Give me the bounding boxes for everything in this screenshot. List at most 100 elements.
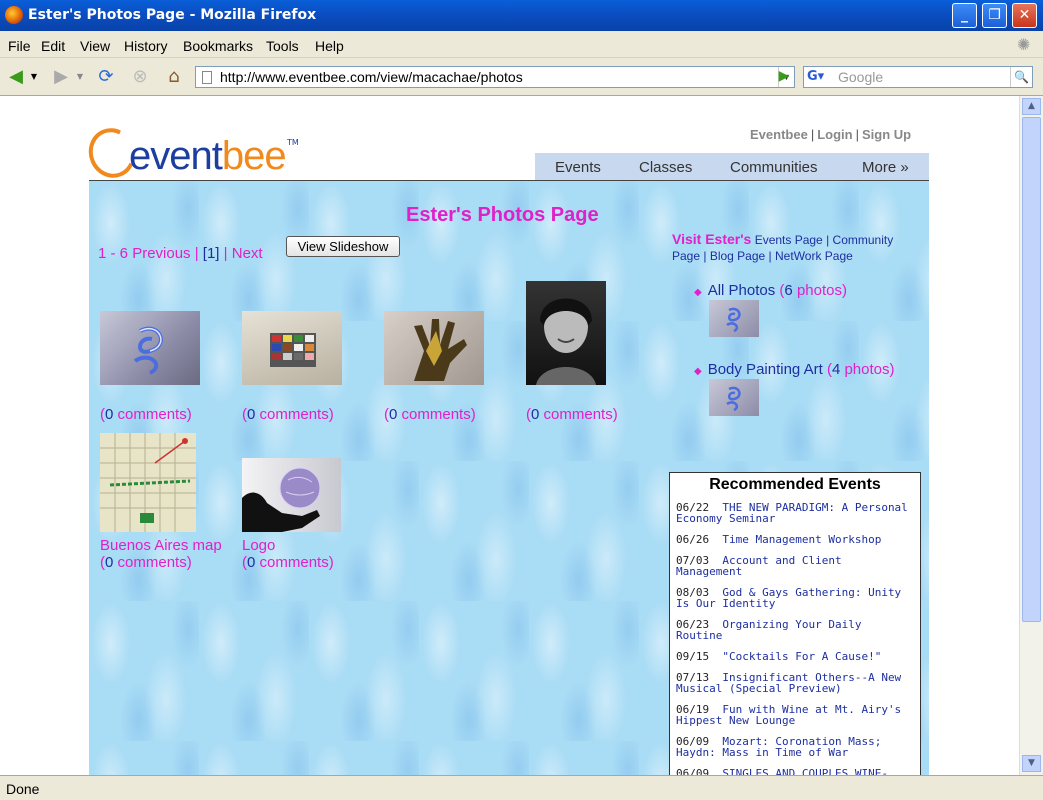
menu-history[interactable]: History	[124, 38, 168, 54]
back-dropdown-icon[interactable]: ▼	[28, 66, 40, 88]
photo-comments-1[interactable]: (0 comments)	[100, 406, 192, 423]
photo-thumbnail-6[interactable]	[242, 458, 341, 532]
pager-range: 1 - 6	[98, 245, 129, 262]
status-bar: Done	[0, 775, 1043, 800]
status-text: Done	[6, 781, 40, 797]
visit-links: Visit Ester's Events Page | Community Pa…	[672, 231, 894, 263]
pager-previous[interactable]: Previous	[132, 245, 190, 262]
album-bullet-icon: ◆	[694, 287, 702, 298]
nav-more[interactable]: More »	[862, 159, 909, 176]
throbber-icon: ✺	[1017, 37, 1031, 54]
album-bullet-icon: ◆	[694, 366, 702, 377]
event-item[interactable]: 08/03 God & Gays Gathering: Unity Is Our…	[670, 587, 920, 609]
event-item[interactable]: 07/13 Insignificant Others--A New Musica…	[670, 672, 920, 694]
event-item[interactable]: 06/23 Organizing Your Daily Routine	[670, 619, 920, 641]
home-icon[interactable]: ⌂	[163, 66, 185, 88]
search-placeholder: Google	[838, 69, 884, 85]
page-icon	[202, 71, 212, 84]
url-bar[interactable]: http://www.eventbee.com/view/macachae/ph…	[195, 66, 795, 88]
forward-dropdown-icon[interactable]: ▼	[74, 66, 86, 88]
event-item[interactable]: 06/26 Time Management Workshop	[670, 534, 920, 545]
stop-icon[interactable]: ⊗	[129, 66, 151, 88]
site-nav: Events Classes Communities More »	[535, 153, 929, 181]
menu-file[interactable]: File	[8, 38, 31, 54]
scroll-up-icon[interactable]: ▲	[1022, 98, 1041, 115]
photo-thumbnail-1[interactable]	[100, 311, 200, 385]
search-box[interactable]: G▾ Google 🔍	[803, 66, 1033, 88]
photo-caption-6[interactable]: Logo (0 comments)	[242, 537, 334, 571]
photo-comments-3[interactable]: (0 comments)	[384, 406, 476, 423]
photo-comments-4[interactable]: (0 comments)	[526, 406, 618, 423]
go-icon[interactable]: ▶	[775, 66, 793, 86]
photo-comments-2[interactable]: (0 comments)	[242, 406, 334, 423]
album-body-painting-thumbnail[interactable]	[709, 379, 759, 416]
paint-palette-icon	[270, 333, 316, 367]
visit-network-page[interactable]: NetWork Page	[775, 249, 853, 263]
city-map-icon	[100, 433, 196, 532]
visit-events-page[interactable]: Events Page	[755, 233, 823, 247]
minimize-button[interactable]: _	[952, 3, 977, 28]
album-all-photos[interactable]: ◆ All Photos (6 photos)	[694, 282, 847, 299]
window-titlebar: Ester's Photos Page - Mozilla Firefox _ …	[0, 0, 1043, 31]
menu-edit[interactable]: Edit	[41, 38, 65, 54]
pager-next[interactable]: Next	[232, 245, 263, 262]
site-top-links: Eventbee | Login | Sign Up	[750, 127, 912, 142]
logo-wordmark: eventbee	[129, 134, 287, 178]
pagination: 1 - 6 Previous | [1] | Next	[98, 245, 263, 262]
scroll-thumb[interactable]	[1022, 117, 1041, 622]
menu-help[interactable]: Help	[315, 38, 344, 54]
eventbee-link[interactable]: Eventbee	[750, 127, 808, 142]
view-slideshow-button[interactable]: View Slideshow	[286, 236, 400, 257]
navigation-toolbar: ◀ ▼ ▶ ▼ ⟳ ⊗ ⌂ http://www.eventbee.com/vi…	[0, 58, 1043, 96]
reload-icon[interactable]: ⟳	[95, 66, 117, 88]
login-link[interactable]: Login	[817, 127, 852, 142]
event-item[interactable]: 06/19 Fun with Wine at Mt. Airy's Hippes…	[670, 704, 920, 726]
nav-classes[interactable]: Classes	[639, 159, 692, 176]
swirl-thumb-icon	[726, 386, 741, 412]
google-engine-icon[interactable]: G▾	[807, 69, 831, 85]
event-item[interactable]: 09/15 "Cocktails For A Cause!"	[670, 651, 920, 662]
photo-thumbnail-5[interactable]	[100, 433, 196, 532]
event-item[interactable]: 07/03 Account and Client Management	[670, 555, 920, 577]
eventbee-logo[interactable]: eventbee TM	[81, 121, 309, 185]
menu-tools[interactable]: Tools	[266, 38, 299, 54]
event-item[interactable]: 06/22 THE NEW PARADIGM: A Personal Econo…	[670, 502, 920, 524]
photo-thumbnail-3[interactable]	[384, 311, 484, 385]
firefox-icon	[5, 6, 23, 24]
menu-view[interactable]: View	[80, 38, 110, 54]
event-item[interactable]: 06/09 SINGLES AND COUPLES WINE-TASTING, …	[670, 768, 920, 775]
window-title: Ester's Photos Page - Mozilla Firefox	[28, 7, 317, 23]
nav-communities[interactable]: Communities	[730, 159, 818, 176]
page-viewport: Eventbee | Login | Sign Up eventbee TM Event…	[0, 96, 1019, 775]
vertical-scrollbar[interactable]: ▲ ▼	[1019, 96, 1043, 775]
photo-thumbnail-4[interactable]	[526, 281, 606, 385]
golden-hand-icon	[414, 319, 467, 381]
menu-bookmarks[interactable]: Bookmarks	[183, 38, 253, 54]
logo-trademark: TM	[287, 138, 299, 147]
album-body-painting[interactable]: ◆ Body Painting Art (4 photos)	[694, 361, 895, 378]
close-button[interactable]: ✕	[1012, 3, 1037, 28]
body-paint-swirl-icon	[133, 326, 163, 375]
portrait-icon	[536, 298, 596, 385]
swirl-thumb-icon	[726, 307, 741, 333]
back-icon[interactable]: ◀	[5, 66, 27, 88]
visit-prefix: Visit Ester's	[672, 231, 752, 247]
photo-caption-5[interactable]: Buenos Aires map (0 comments)	[100, 537, 222, 571]
photo-thumbnail-2[interactable]	[242, 311, 342, 385]
globe-in-hand-icon	[242, 467, 321, 532]
forward-icon[interactable]: ▶	[50, 66, 72, 88]
recommended-events-panel: Recommended Events 06/22 THE NEW PARADIG…	[669, 472, 921, 775]
page-title: Ester's Photos Page	[406, 204, 599, 226]
album-all-photos-thumbnail[interactable]	[709, 300, 759, 337]
maximize-button[interactable]: ❐	[982, 3, 1007, 28]
event-item[interactable]: 06/09 Mozart: Coronation Mass; Haydn: Ma…	[670, 736, 920, 758]
visit-blog-page[interactable]: Blog Page	[710, 249, 765, 263]
nav-events[interactable]: Events	[555, 159, 601, 176]
search-icon[interactable]: 🔍	[1010, 67, 1032, 87]
scroll-down-icon[interactable]: ▼	[1022, 755, 1041, 772]
recommended-events-title: Recommended Events	[709, 476, 881, 493]
menu-bar: File Edit View History Bookmarks Tools H…	[0, 31, 1043, 58]
url-text: http://www.eventbee.com/view/macachae/ph…	[220, 69, 523, 85]
signup-link[interactable]: Sign Up	[862, 127, 911, 142]
pager-current[interactable]: [1]	[203, 245, 220, 262]
